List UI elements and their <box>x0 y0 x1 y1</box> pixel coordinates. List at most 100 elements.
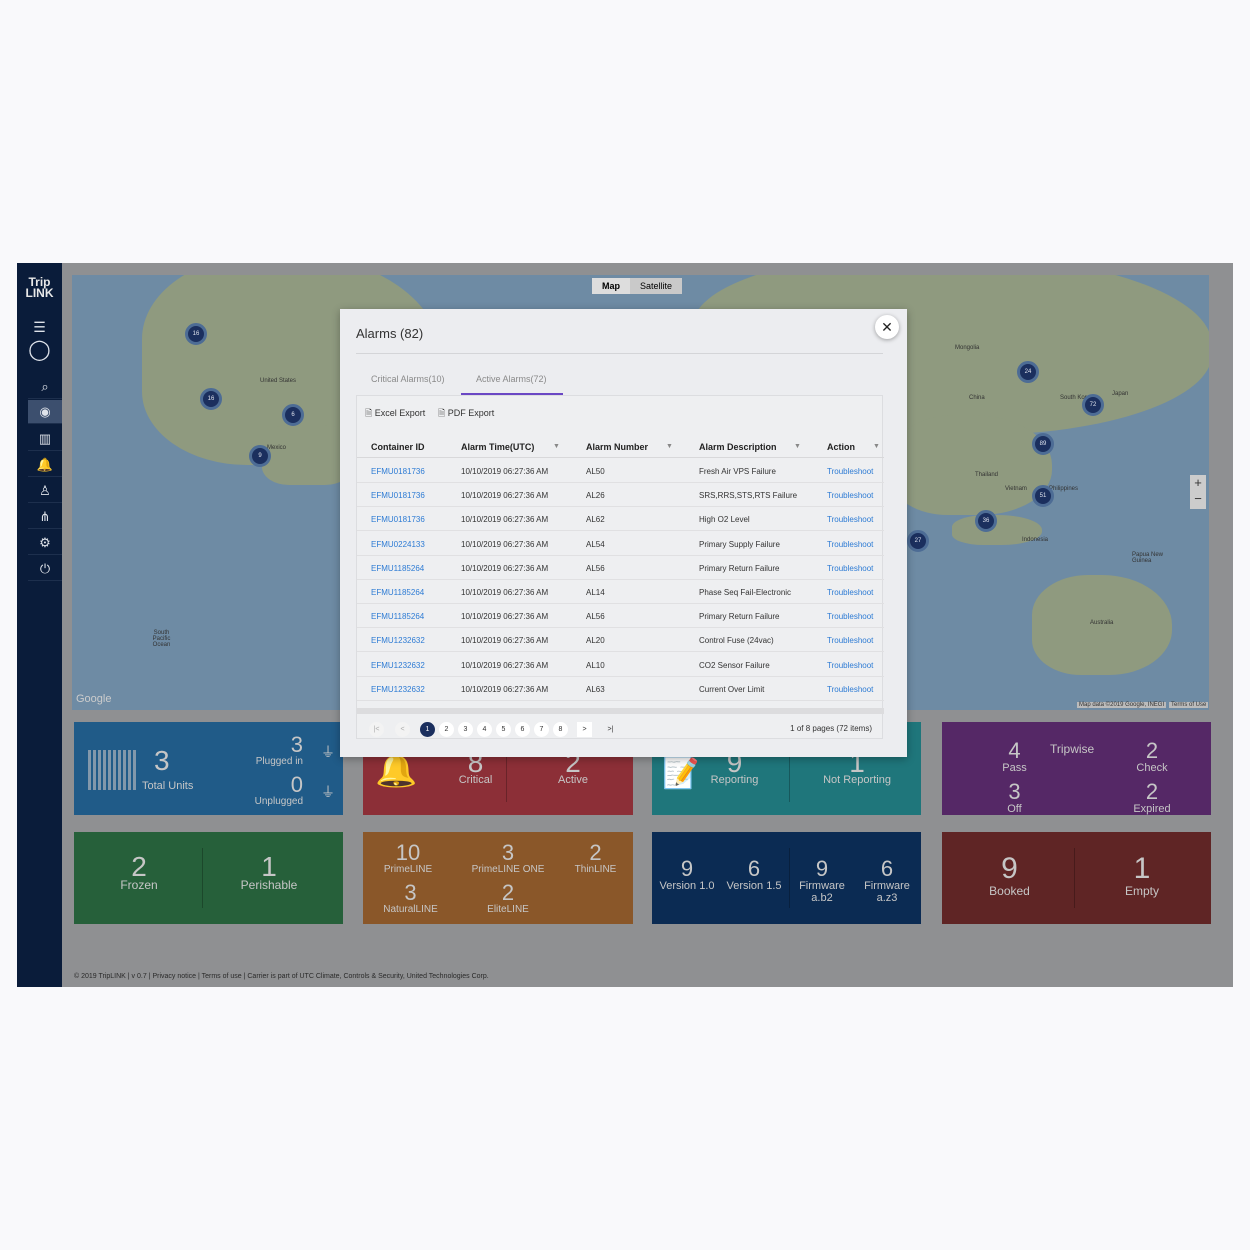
troubleshoot-link[interactable]: Troubleshoot <box>827 564 873 573</box>
table-row[interactable]: EFMU1232632 10/10/2019 06:27:36 AM AL63 Cur… <box>357 677 884 701</box>
bell-icon[interactable]: 🔔 <box>28 453 62 477</box>
page-button[interactable]: 1 <box>420 722 435 737</box>
col-alarm-number[interactable]: Alarm Number <box>586 442 648 452</box>
search-icon[interactable]: ⌕ <box>28 375 62 399</box>
alarm-description: SRS,RRS,STS,RTS Failure <box>699 491 798 501</box>
troubleshoot-link[interactable]: Troubleshoot <box>827 636 873 645</box>
table-row[interactable]: EFMU0181736 10/10/2019 06:27:36 AM AL26 SRS… <box>357 483 884 508</box>
map-cluster-marker[interactable]: 24 <box>1017 361 1039 383</box>
table-row[interactable]: EFMU0181736 10/10/2019 06:27:36 AM AL50 Fre… <box>357 459 884 483</box>
troubleshoot-link[interactable]: Troubleshoot <box>827 612 873 621</box>
page-button[interactable]: 7 <box>534 722 549 737</box>
map-label: China <box>969 395 985 401</box>
alarms-modal: Alarms (82) ✕ Critical Alarms(10) Active… <box>340 309 907 757</box>
filter-icon[interactable]: ▼ <box>553 443 560 450</box>
table-row[interactable]: EFMU0181736 10/10/2019 06:27:36 AM AL62 Hig… <box>357 507 884 532</box>
tab-active-alarms[interactable]: Active Alarms(72) <box>476 374 547 384</box>
container-id-link[interactable]: EFMU0224133 <box>371 540 425 549</box>
col-alarm-description[interactable]: Alarm Description <box>699 442 777 452</box>
last-page-button[interactable]: >| <box>603 722 618 737</box>
map-label: Australia <box>1090 620 1114 626</box>
user-icon[interactable]: ◯ <box>17 337 62 361</box>
container-id-link[interactable]: EFMU1232632 <box>371 636 425 645</box>
zoom-in-button[interactable]: + <box>1190 475 1206 491</box>
person-icon[interactable]: ♙ <box>28 479 62 503</box>
map-cluster-marker[interactable]: 27 <box>907 530 929 552</box>
map-type-map[interactable]: Map <box>592 278 630 294</box>
troubleshoot-link[interactable]: Troubleshoot <box>827 661 873 670</box>
table-row[interactable]: EFMU1232632 10/10/2019 06:27:36 AM AL10 CO2… <box>357 653 884 677</box>
tripwise-tile[interactable]: 4 Pass Tripwise 2 Check 3 Off 2 Expired <box>942 722 1211 815</box>
alarm-time: 10/10/2019 06:27:36 AM <box>461 467 549 476</box>
map-cluster-marker[interactable]: 16 <box>200 388 222 410</box>
page-button[interactable]: 2 <box>439 722 454 737</box>
alarm-description: Primary Supply Failure <box>699 539 780 549</box>
close-button[interactable]: ✕ <box>875 315 899 339</box>
col-action[interactable]: Action <box>827 442 855 452</box>
map-attribution: Map data ©2019 Google, INEGI <box>1077 702 1167 708</box>
container-id-link[interactable]: EFMU0181736 <box>371 515 425 524</box>
container-icon[interactable]: ▥ <box>28 427 62 451</box>
map-cluster-marker[interactable]: 36 <box>975 510 997 532</box>
map-cluster-marker[interactable]: 6 <box>282 404 304 426</box>
table-row[interactable]: EFMU1185264 10/10/2019 06:27:36 AM AL14 Pha… <box>357 580 884 604</box>
zoom-out-button[interactable]: − <box>1190 491 1206 507</box>
container-id-link[interactable]: EFMU0181736 <box>371 491 425 500</box>
filter-icon[interactable]: ▼ <box>666 443 673 450</box>
troubleshoot-link[interactable]: Troubleshoot <box>827 491 873 500</box>
map-cluster-marker[interactable]: 51 <box>1032 485 1054 507</box>
table-row[interactable]: EFMU1232632 10/10/2019 06:27:36 AM AL20 Con… <box>357 628 884 653</box>
table-row[interactable]: EFMU0224133 10/10/2019 06:27:36 AM AL54 Pri… <box>357 532 884 556</box>
col-container-id[interactable]: Container ID <box>371 442 425 452</box>
alarm-time: 10/10/2019 06:27:36 AM <box>461 491 549 501</box>
troubleshoot-link[interactable]: Troubleshoot <box>827 467 873 476</box>
col-alarm-time[interactable]: Alarm Time(UTC) <box>461 442 534 452</box>
page-button[interactable]: 8 <box>553 722 568 737</box>
map-zoom-control[interactable]: + − <box>1190 475 1206 509</box>
troubleshoot-link[interactable]: Troubleshoot <box>827 515 873 524</box>
filter-icon[interactable]: ▼ <box>794 443 801 450</box>
hierarchy-icon[interactable]: ⋔ <box>28 505 62 529</box>
container-id-link[interactable]: EFMU1185264 <box>371 612 424 621</box>
tab-critical-alarms[interactable]: Critical Alarms(10) <box>371 374 445 384</box>
filter-icon[interactable]: ▼ <box>873 443 880 450</box>
table-row[interactable]: EFMU1185264 10/10/2019 06:27:36 AM AL56 Pri… <box>357 604 884 629</box>
versions-tile[interactable]: 9 Version 1.0 6 Version 1.5 9 Firmware a.b2… <box>652 832 921 924</box>
alarm-time: 10/10/2019 06:27:36 AM <box>461 588 549 597</box>
container-id-link[interactable]: EFMU1232632 <box>371 685 425 694</box>
next-page-button[interactable]: > <box>577 722 592 737</box>
units-tile[interactable]: 3 Total Units 3 Plugged in 0 Unplugged ⏚ ⏚ <box>74 722 343 815</box>
page-button[interactable]: 6 <box>515 722 530 737</box>
map-cluster-marker[interactable]: 16 <box>185 323 207 345</box>
container-id-link[interactable]: EFMU1185264 <box>371 588 424 597</box>
container-id-link[interactable]: EFMU0181736 <box>371 467 425 476</box>
map-cluster-marker[interactable]: 89 <box>1032 433 1054 455</box>
excel-export-button[interactable]: 🗎 Excel Export <box>365 406 425 422</box>
container-id-link[interactable]: EFMU1232632 <box>371 661 425 670</box>
booking-tile[interactable]: 9 Booked 1 Empty <box>942 832 1211 924</box>
table-row[interactable]: EFMU1185264 10/10/2019 06:27:36 AM AL56 Pri… <box>357 556 884 580</box>
tile-count: 2 <box>1145 779 1159 804</box>
container-id-link[interactable]: EFMU1185264 <box>371 564 424 573</box>
troubleshoot-link[interactable]: Troubleshoot <box>827 685 873 694</box>
troubleshoot-link[interactable]: Troubleshoot <box>827 588 873 597</box>
troubleshoot-link[interactable]: Troubleshoot <box>827 540 873 549</box>
map-cluster-marker[interactable]: 9 <box>249 445 271 467</box>
page-button[interactable]: 3 <box>458 722 473 737</box>
map-cluster-marker[interactable]: 72 <box>1082 394 1104 416</box>
page-button[interactable]: 5 <box>496 722 511 737</box>
cargo-tile[interactable]: 2 Frozen 1 Perishable <box>74 832 343 924</box>
map-type-satellite[interactable]: Satellite <box>630 278 682 294</box>
power-icon[interactable]: ⏻ <box>28 557 62 581</box>
models-tile[interactable]: 10 PrimeLINE 3 PrimeLINE ONE 2 ThinLINE 3 Na… <box>363 832 633 924</box>
page-button[interactable]: 4 <box>477 722 492 737</box>
tile-count: 2 <box>589 840 602 865</box>
map-terms-link[interactable]: Terms of Use <box>1169 702 1209 708</box>
pdf-export-button[interactable]: 🗎 PDF Export <box>438 406 494 422</box>
tile-count: 9 <box>815 856 829 881</box>
gear-icon[interactable]: ⚙ <box>28 531 62 555</box>
menu-icon[interactable]: ☰ <box>17 315 62 339</box>
first-page-button[interactable]: |< <box>369 722 384 737</box>
prev-page-button[interactable]: < <box>395 722 410 737</box>
dashboard-icon[interactable]: ◉ <box>28 400 62 424</box>
